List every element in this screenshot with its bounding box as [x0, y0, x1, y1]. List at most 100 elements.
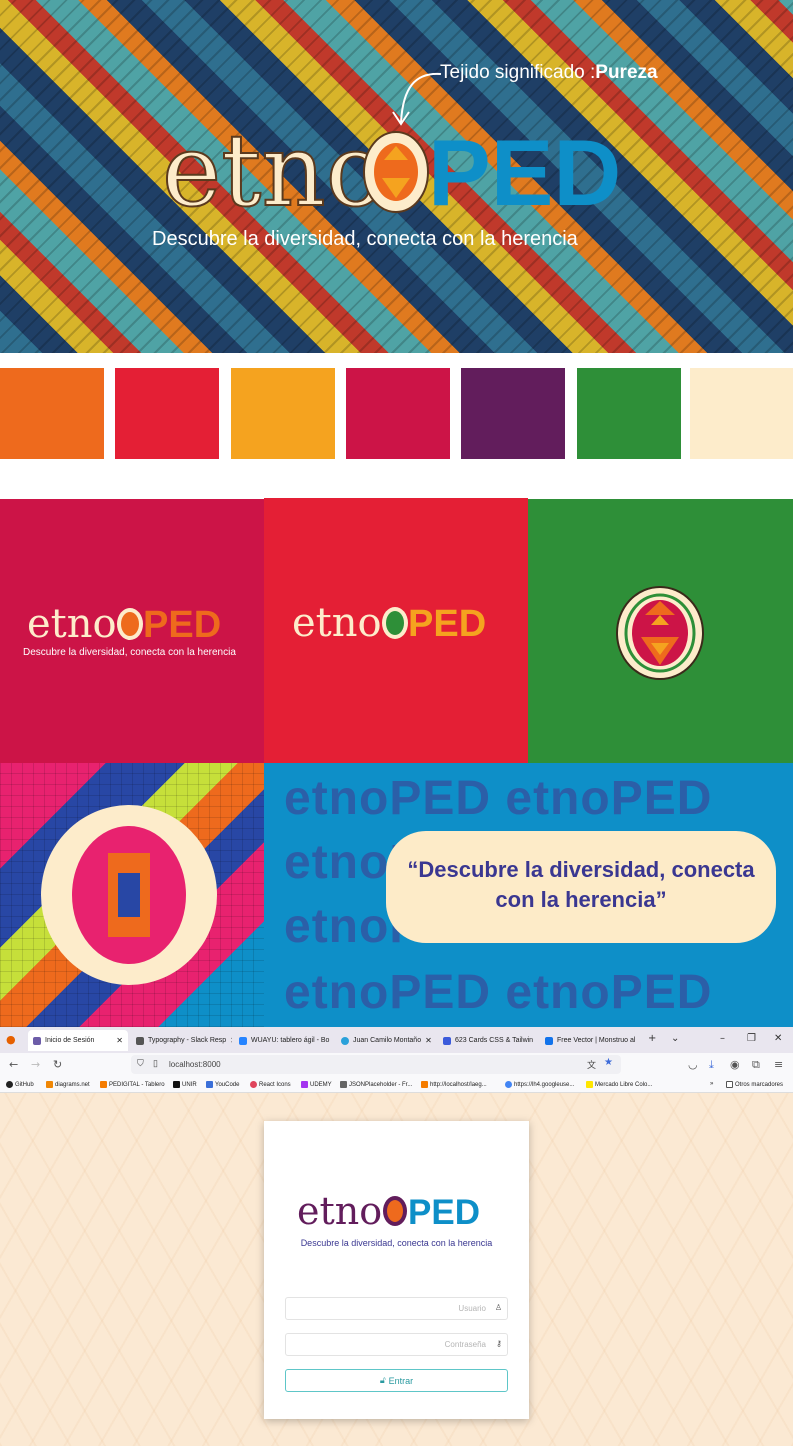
bookmark-label: http://localhost/laeg...: [430, 1081, 487, 1088]
shield-icon[interactable]: ⛉: [137, 1058, 144, 1069]
woven-egg-icon: [383, 1196, 407, 1226]
bookmark-item[interactable]: http://localhost/laeg...: [421, 1081, 487, 1088]
bg-etno: etno: [284, 836, 390, 889]
page-viewport: etno PED Descubre la diversidad, conecta…: [0, 1093, 793, 1446]
bookmark-item[interactable]: Mercado Libre Colo...: [586, 1081, 652, 1088]
close-icon[interactable]: ✕: [537, 1036, 538, 1045]
bookmark-star-icon[interactable]: ★: [604, 1057, 613, 1068]
bookmark-folder[interactable]: Otros marcadores: [726, 1081, 783, 1088]
reload-icon[interactable]: ↻: [53, 1058, 62, 1071]
bookmark-item[interactable]: diagrams.net: [46, 1081, 90, 1088]
etnoped-icon: [33, 1036, 41, 1045]
logo-ped-text: PED: [428, 120, 621, 220]
bookmark-item[interactable]: GitHub: [6, 1081, 34, 1088]
bg-ped: PED: [389, 772, 492, 825]
freepik-icon: [545, 1036, 553, 1045]
logo-etno-text: etno: [297, 1189, 382, 1230]
logo-etno-text: etno: [292, 600, 382, 643]
bookmark-label: diagrams.net: [55, 1081, 90, 1088]
maximize-icon[interactable]: ❐: [747, 1033, 756, 1044]
react-icon: [250, 1081, 257, 1088]
hero-woven-banner: Tejido significado :Pureza etno PED Desc…: [0, 0, 793, 353]
login-card: etno PED Descubre la diversidad, conecta…: [264, 1121, 529, 1419]
close-window-icon[interactable]: ✕: [774, 1033, 782, 1044]
download-icon[interactable]: ⤓: [709, 1058, 714, 1072]
background-wordmark: etnoPED etnoPED: [284, 771, 712, 826]
quote-bubble: “Descubre la diversidad, conecta con la …: [386, 831, 776, 943]
panel-green-emblem: [528, 499, 793, 763]
bookmark-label: https://lh4.googleuse...: [514, 1081, 575, 1088]
username-field[interactable]: ♙: [285, 1297, 508, 1320]
bookmark-item[interactable]: UDEMY: [301, 1081, 332, 1088]
forward-icon[interactable]: →: [31, 1058, 40, 1071]
hero-note: Tejido significado :Pureza: [440, 62, 658, 84]
color-swatch-cream: [690, 368, 793, 459]
hero-tagline: Descubre la diversidad, conecta con la h…: [152, 228, 578, 250]
youcode-icon: [206, 1081, 213, 1088]
back-icon[interactable]: ←: [9, 1058, 18, 1071]
bg-ped: PED: [610, 966, 713, 1019]
close-icon[interactable]: ✕: [230, 1036, 232, 1045]
bg-ped: PED: [389, 966, 492, 1019]
woven-egg-icon: [117, 608, 143, 640]
browser-window: ● Inicio de Sesión ✕ Typography - Slack …: [0, 1027, 793, 1446]
bookmark-item[interactable]: React Icons: [250, 1081, 291, 1088]
bookmark-label: React Icons: [259, 1081, 291, 1088]
tab-bar: ● Inicio de Sesión ✕ Typography - Slack …: [0, 1027, 793, 1053]
bookmark-label: YouCode: [215, 1081, 240, 1088]
etnoped-logo-small: etno PED: [292, 600, 486, 643]
bookmark-item[interactable]: YouCode: [206, 1081, 239, 1088]
new-tab-icon[interactable]: +: [648, 1033, 656, 1044]
password-input[interactable]: [290, 1337, 486, 1352]
tab-cards-css[interactable]: 623 Cards CSS & Tailwin ✕: [438, 1030, 538, 1051]
translate-icon[interactable]: 文: [587, 1058, 596, 1071]
extensions-icon[interactable]: ⧉: [752, 1058, 760, 1072]
username-input[interactable]: [290, 1301, 486, 1316]
login-button-label: Entrar: [388, 1375, 414, 1386]
minimize-icon[interactable]: –: [720, 1033, 725, 1044]
woven-egg-icon: [363, 131, 429, 213]
panel-crimson-logo: etno PED Descubre la diversidad, conecta…: [0, 499, 264, 763]
etnoped-logo-large: etno PED: [162, 111, 621, 220]
bookmark-label: GitHub: [15, 1081, 34, 1088]
account-icon[interactable]: ◉: [730, 1058, 740, 1071]
color-swatch-crimson: [346, 368, 450, 459]
tab-wuayu[interactable]: WUAYU: tablero ágil - Bo ✕: [234, 1030, 334, 1051]
pocket-icon[interactable]: ◡: [688, 1058, 698, 1071]
woven-egg-emblem-icon: [616, 586, 704, 680]
close-icon[interactable]: ✕: [116, 1036, 123, 1045]
tab-label: Inicio de Sesión: [45, 1037, 95, 1044]
bg-ped: PED: [610, 772, 713, 825]
close-icon[interactable]: ✕: [425, 1036, 432, 1045]
tab-label: Free Vector | Monstruo al: [557, 1037, 636, 1044]
bookmark-item[interactable]: PEDIGITAL - Tablero: [100, 1081, 165, 1088]
bookmark-label: JSONPlaceholder - Fr...: [349, 1081, 413, 1088]
password-field[interactable]: ⚷: [285, 1333, 508, 1356]
bookmark-label: UNIR: [182, 1081, 197, 1088]
bookmark-item[interactable]: https://lh4.googleuse...: [505, 1081, 574, 1088]
bookmarks-overflow-icon[interactable]: »: [710, 1081, 713, 1087]
json-icon: [340, 1081, 347, 1088]
tab-inicio-de-sesion[interactable]: Inicio de Sesión ✕: [28, 1030, 128, 1051]
color-swatch-orange: [0, 368, 104, 459]
address-bar[interactable]: ⛉ ▯ localhost:8000 文 ★: [131, 1055, 621, 1074]
board-icon: [100, 1081, 107, 1088]
tab-telegram[interactable]: Juan Camilo Montaño ✕: [336, 1030, 436, 1051]
tab-typography[interactable]: Typography - Slack Resp ✕: [131, 1030, 232, 1051]
bookmark-item[interactable]: UNIR: [173, 1081, 197, 1088]
tab-freepik[interactable]: Free Vector | Monstruo al ✕: [540, 1030, 640, 1051]
url-text[interactable]: localhost:8000: [169, 1060, 221, 1069]
logo-ped-text: PED: [408, 1193, 480, 1230]
bookmark-item[interactable]: JSONPlaceholder - Fr...: [340, 1081, 412, 1088]
mercadolibre-icon: [586, 1081, 593, 1088]
close-icon[interactable]: ✕: [639, 1036, 640, 1045]
firefox-icon[interactable]: ●: [6, 1033, 16, 1046]
login-button[interactable]: 🔓︎ Entrar: [285, 1369, 508, 1392]
menu-icon[interactable]: ≡: [774, 1058, 783, 1071]
navigation-bar: ← → ↻ ⛉ ▯ localhost:8000 文 ★ ◡ ⤓ ◉ ⧉ ≡: [0, 1053, 793, 1077]
tab-list-icon[interactable]: ⌄: [671, 1033, 679, 1044]
bookmarks-bar: GitHub diagrams.net PEDIGITAL - Tablero …: [0, 1077, 793, 1093]
close-icon[interactable]: ✕: [333, 1036, 334, 1045]
lock-icon: 🔓︎: [379, 1375, 386, 1385]
brand-board: Tejido significado :Pureza etno PED Desc…: [0, 0, 793, 1446]
